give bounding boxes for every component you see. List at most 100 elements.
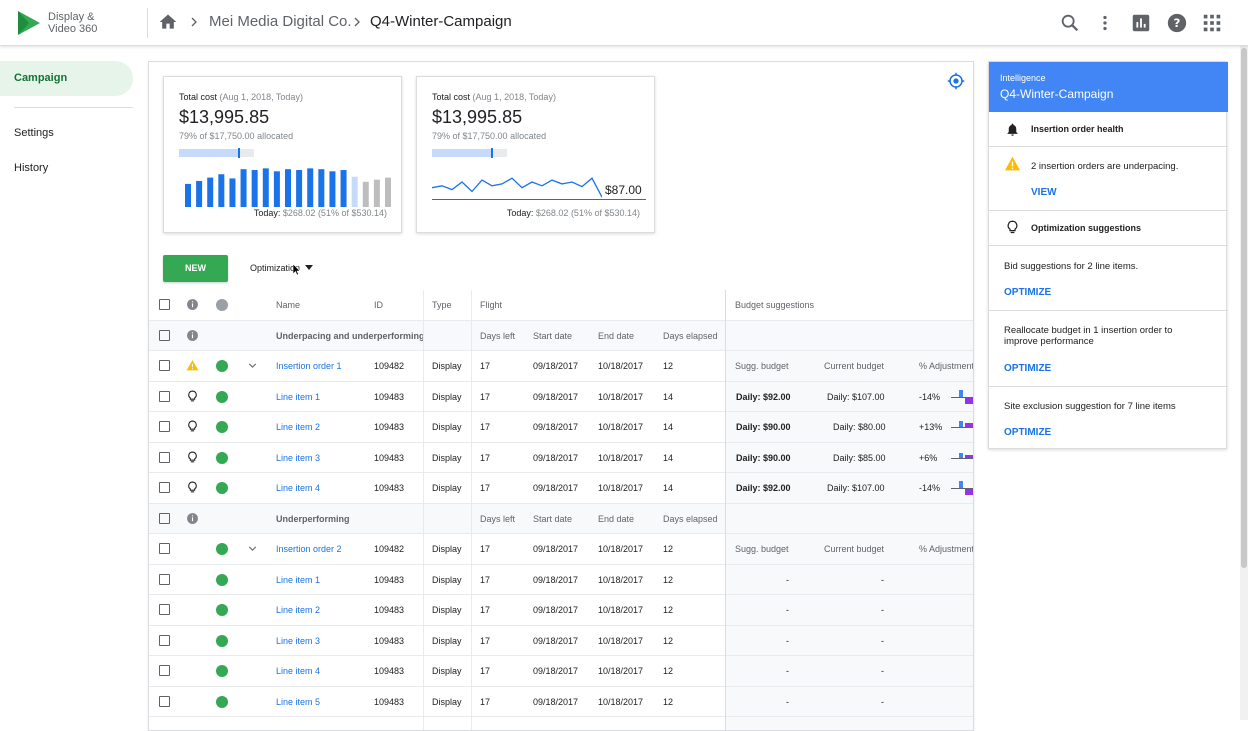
home-icon[interactable] xyxy=(158,12,178,32)
line-item-link[interactable]: Line item 1 xyxy=(276,382,320,412)
optimize-button[interactable]: OPTIMIZE xyxy=(1004,363,1051,374)
table-row[interactable]: Line item 3 109483 Display 17 09/18/2017… xyxy=(149,443,973,473)
row-checkbox[interactable] xyxy=(159,604,170,615)
sparkline-baseline xyxy=(432,199,646,200)
line-item-link[interactable]: Line item 3 xyxy=(276,443,320,473)
line-item-days-left: 17 xyxy=(480,422,491,432)
more-vert-icon[interactable] xyxy=(1094,12,1116,34)
total-cost-card-line[interactable]: Total cost (Aug 1, 2018, Today) $13,995.… xyxy=(416,76,655,233)
scrollbar-thumb[interactable] xyxy=(1241,48,1247,568)
cost-label: Total cost (Aug 1, 2018, Today) xyxy=(432,92,556,102)
line-item-type: Display xyxy=(432,605,462,615)
current-budget: - xyxy=(881,696,884,707)
lightbulb-icon[interactable] xyxy=(186,390,199,403)
table-row[interactable]: Line item 2 109483 Display 17 09/18/2017… xyxy=(149,412,973,443)
target-icon[interactable] xyxy=(947,72,965,90)
line-item-id: 109483 xyxy=(374,391,405,402)
table-row-io1[interactable]: Insertion order 1 109482 Display 17 09/1… xyxy=(149,351,973,382)
line-item-id: 109483 xyxy=(374,422,405,432)
cost-value: $13,995.85 xyxy=(179,107,270,127)
column-header-budget-suggestions[interactable]: Budget suggestions xyxy=(735,290,814,320)
adjustment-bar-icon xyxy=(951,421,973,428)
table-row[interactable]: Line item 1 109483 Display 17 09/18/2017… xyxy=(149,565,973,595)
row-checkbox[interactable] xyxy=(159,451,170,463)
row-checkbox[interactable] xyxy=(159,329,170,341)
breadcrumb-campaign[interactable]: Q4-Winter-Campaign xyxy=(370,13,512,30)
cost-label-text: Total cost xyxy=(432,92,471,102)
column-divider xyxy=(725,290,726,730)
table-row[interactable]: Line item 5 109483 Display 17 09/18/2017… xyxy=(149,687,973,717)
column-header-type[interactable]: Type xyxy=(432,290,452,320)
sidebar-item-settings[interactable]: Settings xyxy=(14,127,54,139)
daily-cost-bar xyxy=(273,171,280,207)
reports-icon[interactable] xyxy=(1130,12,1152,34)
line-item-link[interactable]: Line item 2 xyxy=(276,595,320,625)
line-item-end: 10/18/2017 xyxy=(598,605,644,615)
row-checkbox[interactable] xyxy=(159,543,170,554)
sidebar-item-campaign[interactable]: Campaign xyxy=(0,61,133,96)
warning-icon xyxy=(186,360,199,371)
page-scrollbar[interactable] xyxy=(1240,46,1248,720)
budget-progress-marker xyxy=(491,148,493,158)
row-checkbox[interactable] xyxy=(159,512,170,524)
group-label: Underpacing and underperforming xyxy=(276,330,425,341)
intelligence-title: Q4-Winter-Campaign xyxy=(1000,87,1114,101)
line-item-link[interactable]: Line item 2 xyxy=(276,412,320,442)
row-checkbox[interactable] xyxy=(159,695,170,707)
chevron-down-icon[interactable] xyxy=(246,542,259,555)
row-checkbox[interactable] xyxy=(159,634,170,646)
row-checkbox[interactable] xyxy=(159,360,170,371)
row-checkbox[interactable] xyxy=(159,421,170,432)
row-checkbox[interactable] xyxy=(159,482,170,493)
optimize-button[interactable]: OPTIMIZE xyxy=(1004,287,1051,298)
table-row[interactable]: Line item 1 109483 Display 17 09/18/2017… xyxy=(149,382,973,412)
optimization-dropdown[interactable]: Optimization xyxy=(250,263,314,273)
total-cost-card-bars[interactable]: Total cost (Aug 1, 2018, Today) $13,995.… xyxy=(163,76,402,233)
column-header-id[interactable]: ID xyxy=(374,290,383,320)
column-header-flight[interactable]: Flight xyxy=(480,290,502,320)
io-name-link[interactable]: Insertion order 1 xyxy=(276,351,342,381)
view-button[interactable]: VIEW xyxy=(1031,187,1057,198)
product-name: Display & Video 360 xyxy=(48,11,97,35)
line-item-link[interactable]: Line item 3 xyxy=(276,626,320,656)
lightbulb-icon[interactable] xyxy=(186,481,199,494)
line-item-elapsed: 12 xyxy=(663,635,674,646)
current-budget: Daily: $107.00 xyxy=(827,483,885,493)
new-button[interactable]: NEW xyxy=(163,255,228,282)
help-icon[interactable]: ? xyxy=(1166,12,1188,34)
search-icon[interactable] xyxy=(1059,12,1081,34)
table-row[interactable]: Line item 4 109483 Display 17 09/18/2017… xyxy=(149,656,973,687)
optimize-button[interactable]: OPTIMIZE xyxy=(1004,427,1051,438)
table-row[interactable]: Line item 3 109483 Display 17 09/18/2017… xyxy=(149,626,973,656)
budget-progress-bar xyxy=(432,148,507,158)
line-item-link[interactable]: Line item 1 xyxy=(276,565,320,595)
table-row[interactable]: Line item 4 109483 Display 17 09/18/2017… xyxy=(149,473,973,504)
line-item-link[interactable]: Line item 4 xyxy=(276,473,320,503)
sugg-budget: - xyxy=(786,696,789,707)
line-item-days-left: 17 xyxy=(480,452,491,463)
row-checkbox[interactable] xyxy=(159,665,170,676)
sidebar-item-history[interactable]: History xyxy=(14,162,48,174)
apps-icon[interactable] xyxy=(1201,12,1223,34)
sugg-budget: - xyxy=(786,605,789,615)
line-item-start: 09/18/2017 xyxy=(533,605,579,615)
status-active-icon xyxy=(216,634,228,647)
column-header-name[interactable]: Name xyxy=(276,290,300,320)
line-item-link[interactable]: Line item 4 xyxy=(276,656,320,686)
row-checkbox[interactable] xyxy=(159,390,170,402)
row-checkbox[interactable] xyxy=(159,573,170,585)
daily-cost-bar xyxy=(351,176,358,207)
io-days-left: 17 xyxy=(480,361,491,371)
lightbulb-icon[interactable] xyxy=(186,420,199,433)
line-item-link[interactable]: Line item 5 xyxy=(276,687,320,717)
chevron-down-icon[interactable] xyxy=(246,359,259,372)
io-start-date: 09/18/2017 xyxy=(533,544,579,554)
line-item-id: 109483 xyxy=(374,696,405,707)
lightbulb-icon[interactable] xyxy=(186,451,199,464)
table-row-io2[interactable]: Insertion order 2 109482 Display 17 09/1… xyxy=(149,534,973,565)
table-row[interactable]: Line item 2 109483 Display 17 09/18/2017… xyxy=(149,595,973,626)
io-name-link[interactable]: Insertion order 2 xyxy=(276,534,342,564)
select-all-checkbox[interactable] xyxy=(159,299,170,310)
breadcrumb-advertiser[interactable]: Mei Media Digital Co. xyxy=(209,13,352,30)
line-item-days-left: 17 xyxy=(480,483,491,493)
